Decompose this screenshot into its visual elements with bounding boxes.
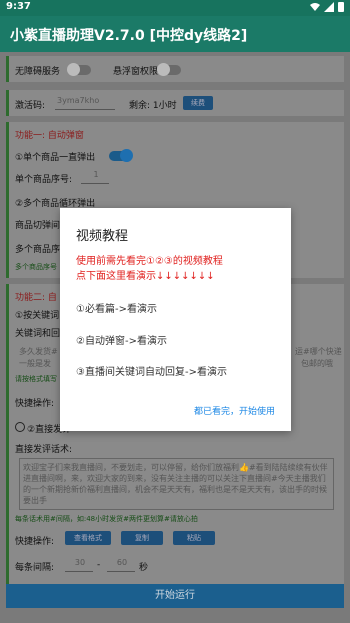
floating-window-toggle[interactable] — [157, 63, 181, 76]
single-product-toggle[interactable] — [109, 149, 133, 162]
signal-icon — [324, 2, 334, 12]
floating-window-label: 悬浮窗权限 — [113, 67, 159, 77]
format-hint: 请按格式填写 — [15, 375, 57, 383]
renew-button[interactable]: 续费 — [183, 96, 213, 110]
accessibility-toggle[interactable] — [67, 63, 91, 76]
multi-product-no-label: 多个商品序 — [15, 245, 61, 255]
single-product-no-label: 单个商品序号: — [15, 175, 73, 185]
clock: 9:37 — [6, 1, 31, 12]
keyword-placeholder-2[interactable]: 一般是发 — [19, 358, 51, 369]
direct-send-label: 直接发评话术: — [15, 445, 73, 455]
dialog-notice-line1: 使用前需先看完①②③的视频教程 — [76, 256, 223, 267]
wifi-icon — [310, 3, 320, 11]
keyword-reply-label: 关键词和回 — [15, 329, 61, 339]
interval-max-input[interactable]: 60 — [107, 558, 135, 572]
keyword-placeholder-1[interactable]: 多久发货# — [19, 346, 58, 357]
copy-button[interactable]: 复制 — [121, 531, 163, 545]
remaining-time: 剩余: 1小时 — [129, 101, 177, 111]
feature1-title: 功能一: 自动弹窗 — [15, 131, 84, 141]
start-button[interactable]: 开始运行 — [6, 584, 344, 608]
keyword-placeholder-right-2: 包邮的哦 — [301, 359, 333, 368]
tutorial-link-2[interactable]: ②自动弹窗->看演示 — [76, 332, 167, 347]
status-bar: 9:37 — [0, 0, 350, 16]
single-product-no-input[interactable]: 1 — [81, 170, 109, 184]
multi-product-hint: 多个商品序号 — [15, 263, 57, 271]
feature2-title: 功能二: 自 — [15, 293, 57, 303]
dialog-title: 视频教程 — [76, 229, 129, 244]
keyword-reply-radio[interactable]: ①按关键词 — [15, 308, 59, 321]
video-tutorial-dialog: 视频教程 使用前需先看完①②③的视频教程 点下面这里看演示↓↓↓↓↓↓↓ ①必看… — [60, 208, 291, 431]
interval-dash: - — [97, 560, 101, 570]
activation-card: 激活码: 3yma7kho 剩余: 1小时 续费 — [6, 90, 344, 116]
interval-unit: 秒 — [139, 563, 149, 573]
paste-button[interactable]: 粘贴 — [173, 531, 215, 545]
quick-ops-label: 快捷操作: — [15, 399, 55, 409]
interval-label: 每条间隔: — [15, 563, 55, 573]
status-icons — [310, 2, 344, 12]
quick-ops-label-2: 快捷操作: — [15, 537, 55, 547]
interval-min-input[interactable]: 30 — [65, 558, 93, 572]
app-title: 小紫直播助理V2.7.0 [中控dy线路2] — [10, 28, 248, 44]
keyword-placeholder-right-1: 运#哪个快递 — [295, 347, 342, 356]
single-product-label: ①单个商品一直弹出 — [15, 153, 96, 163]
tutorial-link-1[interactable]: ①必看篇->看演示 — [76, 300, 157, 315]
view-format-button[interactable]: 查看格式 — [65, 531, 111, 545]
start-using-button[interactable]: 都已看完，开始使用 — [194, 404, 275, 417]
battery-icon — [338, 2, 344, 12]
dialog-notice-line2: 点下面这里看演示↓↓↓↓↓↓↓ — [76, 271, 215, 282]
activation-code-input[interactable]: 3yma7kho — [55, 96, 115, 110]
switch-interval-label: 商品切弹间 — [15, 221, 61, 231]
script-hint: 每条话术用#间隔，如:48小时发货#两件更划算#请放心拍 — [15, 515, 198, 523]
direct-send-radio-dot[interactable] — [15, 422, 25, 432]
permissions-card: 无障碍服务 悬浮窗权限 — [6, 56, 344, 82]
app-bar: 小紫直播助理V2.7.0 [中控dy线路2] — [0, 16, 350, 52]
script-textarea[interactable]: 欢迎宝子们来我直播间，不要划走，可以停留，给你们放福利👍#看到陆陆续续有伙伴进直… — [19, 458, 334, 510]
activation-label: 激活码: — [15, 101, 46, 111]
accessibility-label: 无障碍服务 — [15, 67, 61, 77]
tutorial-link-3[interactable]: ③直播间关键词自动回复->看演示 — [76, 363, 227, 378]
